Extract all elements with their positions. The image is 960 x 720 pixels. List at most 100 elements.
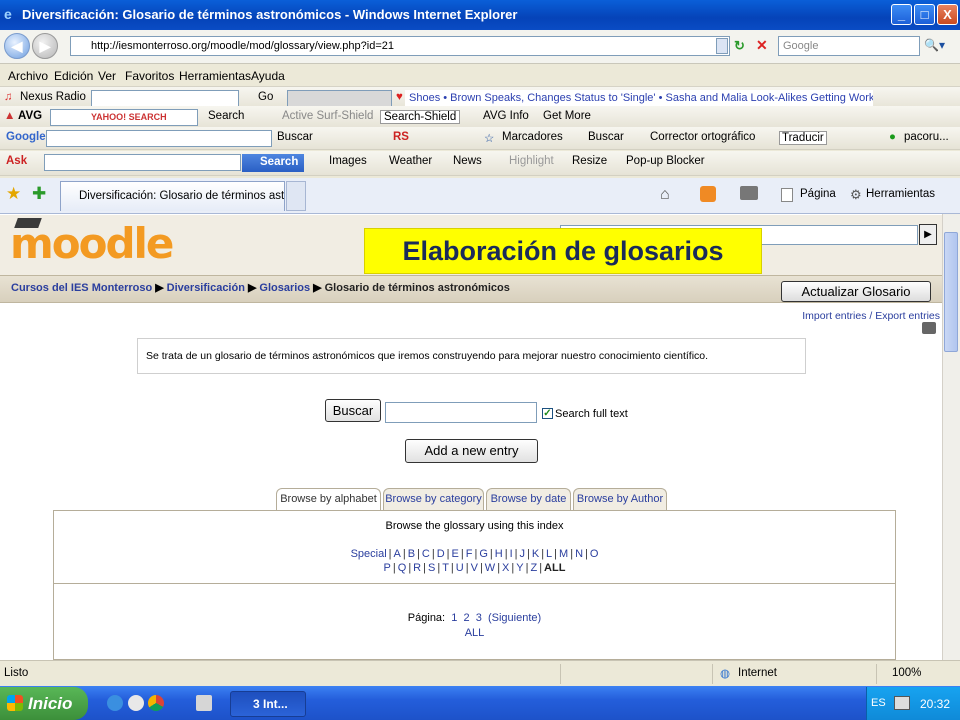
new-tab-button[interactable] [286, 181, 306, 211]
glossary-search-input[interactable] [385, 402, 537, 423]
tab-browse-date[interactable]: Browse by date [486, 488, 571, 510]
resize-button[interactable]: Resize [572, 155, 607, 167]
avg-menu-button[interactable]: AVG [18, 110, 42, 122]
live-search-input[interactable]: Google [778, 36, 920, 56]
glossary-search-button[interactable]: Buscar [325, 399, 381, 422]
quicklaunch-ie-icon[interactable] [107, 695, 123, 711]
google-logo[interactable]: Google [6, 131, 46, 143]
nexus-search-input[interactable] [91, 90, 239, 107]
printer-icon[interactable] [922, 322, 936, 334]
page-link-1[interactable]: 1 [451, 612, 457, 624]
letter-link-c[interactable]: C [422, 548, 430, 560]
letter-link-e[interactable]: E [452, 548, 459, 560]
taskbar-ie-group-button[interactable]: 3 Int... [230, 691, 306, 717]
nexus-radio-button[interactable]: Nexus Radio [20, 91, 86, 103]
letter-link-b[interactable]: B [408, 548, 415, 560]
nexus-go-button[interactable]: Go [258, 91, 273, 103]
yahoo-search-input[interactable]: YAHOO! SEARCH [50, 109, 198, 126]
images-button[interactable]: Images [329, 155, 367, 167]
letter-link-h[interactable]: H [495, 548, 503, 560]
favorites-star-icon[interactable]: ★ [6, 184, 21, 204]
letter-link-u[interactable]: U [456, 562, 464, 574]
menu-edicion[interactable]: Edición [54, 69, 93, 83]
add-new-entry-button[interactable]: Add a new entry [405, 439, 538, 463]
get-more-button[interactable]: Get More [543, 110, 591, 122]
radio-player-slider[interactable] [287, 90, 392, 107]
letter-link-p[interactable]: P [384, 562, 391, 574]
moodle-logo[interactable]: moodle [10, 218, 174, 266]
forward-button[interactable]: ▶ [32, 33, 58, 59]
letter-link-o[interactable]: O [590, 548, 599, 560]
popup-blocker-button[interactable]: Pop-up Blocker [626, 155, 705, 167]
zoom-level[interactable]: 100% [892, 667, 921, 679]
quicklaunch-notepad-icon[interactable] [196, 695, 212, 711]
search-shield-button[interactable]: Search-Shield [380, 110, 461, 124]
import-export-links[interactable]: Import entries / Export entries [790, 310, 940, 322]
letter-link-w[interactable]: W [485, 562, 495, 574]
letter-link-t[interactable]: T [442, 562, 449, 574]
letter-link-g[interactable]: G [479, 548, 488, 560]
avg-search-button[interactable]: Search [208, 110, 244, 122]
address-dropdown-icon[interactable] [716, 38, 728, 54]
quicklaunch-chrome-icon[interactable] [148, 695, 164, 711]
letter-link-y[interactable]: Y [516, 562, 523, 574]
ask-logo[interactable]: Ask [6, 155, 27, 167]
address-bar-input[interactable]: http://iesmonterroso.org/moodle/mod/glos… [70, 36, 730, 56]
news-ticker[interactable]: Shoes • Brown Speaks, Changes Status to … [405, 90, 873, 107]
translate-button[interactable]: Traducir [779, 131, 827, 145]
spellcheck-button[interactable]: Corrector ortográfico [650, 131, 755, 143]
add-favorite-icon[interactable]: ✚ [32, 184, 46, 204]
search-full-text-checkbox[interactable]: ✓ [542, 408, 553, 419]
update-glossary-button[interactable]: Actualizar Glosario [781, 281, 931, 302]
tab-browse-category[interactable]: Browse by category [383, 488, 484, 510]
ask-search-button[interactable]: Search [242, 154, 305, 172]
search-go-icon[interactable]: 🔍▾ [924, 38, 945, 52]
tab-browse-author[interactable]: Browse by Author [573, 488, 667, 510]
breadcrumb-diversificacion[interactable]: Diversificación [167, 282, 245, 294]
menu-archivo[interactable]: Archivo [8, 69, 48, 83]
tab-active[interactable]: Diversificación: Glosario de términos as… [60, 181, 285, 211]
jump-go-button[interactable]: ▶ [919, 224, 937, 245]
window-title-bar[interactable]: e Diversificación: Glosario de términos … [0, 0, 960, 30]
feeds-icon[interactable] [700, 186, 716, 202]
letter-link-n[interactable]: N [575, 548, 583, 560]
ask-search-input[interactable] [44, 154, 241, 171]
letter-link-r[interactable]: R [413, 562, 421, 574]
breadcrumb-cursos[interactable]: Cursos del IES Monterroso [11, 282, 152, 294]
letter-link-m[interactable]: M [559, 548, 568, 560]
highlight-button[interactable]: Highlight [509, 155, 554, 167]
next-page-link[interactable]: (Siguiente) [488, 612, 541, 624]
print-icon[interactable] [740, 186, 758, 200]
menu-herramientas[interactable]: Herramientas [179, 69, 251, 83]
breadcrumb-glosarios[interactable]: Glosarios [259, 282, 310, 294]
letter-link-special[interactable]: Special [351, 548, 387, 560]
active-surf-shield-button[interactable]: Active Surf-Shield [282, 110, 373, 122]
weather-button[interactable]: Weather [389, 155, 432, 167]
google-account-button[interactable]: pacoru... [904, 131, 949, 143]
letter-link-d[interactable]: D [437, 548, 445, 560]
google-search-input[interactable] [46, 130, 272, 147]
menu-ver[interactable]: Ver [98, 69, 116, 83]
letter-link-v[interactable]: V [471, 562, 478, 574]
buscar-button[interactable]: Buscar [588, 131, 624, 143]
back-button[interactable]: ◀ [4, 33, 30, 59]
google-buscar-button[interactable]: Buscar [277, 131, 313, 143]
close-button[interactable]: X [937, 4, 958, 25]
home-icon[interactable]: ⌂ [660, 186, 670, 204]
menu-ayuda[interactable]: Ayuda [251, 69, 285, 83]
news-button[interactable]: News [453, 155, 482, 167]
all-entries-link[interactable]: ALL [465, 627, 485, 639]
tab-browse-alphabet[interactable]: Browse by alphabet [276, 488, 381, 511]
herramientas-menu-button[interactable]: Herramientas [866, 188, 935, 200]
refresh-icon[interactable]: ↻ [734, 38, 750, 54]
menu-favoritos[interactable]: Favoritos [125, 69, 174, 83]
page-link-2[interactable]: 2 [463, 612, 469, 624]
network-monitor-icon[interactable] [894, 696, 910, 710]
scrollbar-thumb[interactable] [944, 232, 958, 352]
language-indicator[interactable]: ES [871, 697, 886, 709]
quicklaunch-firefox-icon[interactable] [128, 695, 144, 711]
stop-icon[interactable]: ✕ [756, 37, 772, 53]
avg-info-button[interactable]: AVG Info [483, 110, 529, 122]
rs-button[interactable]: RS [393, 131, 409, 143]
letter-link-a[interactable]: A [394, 548, 401, 560]
